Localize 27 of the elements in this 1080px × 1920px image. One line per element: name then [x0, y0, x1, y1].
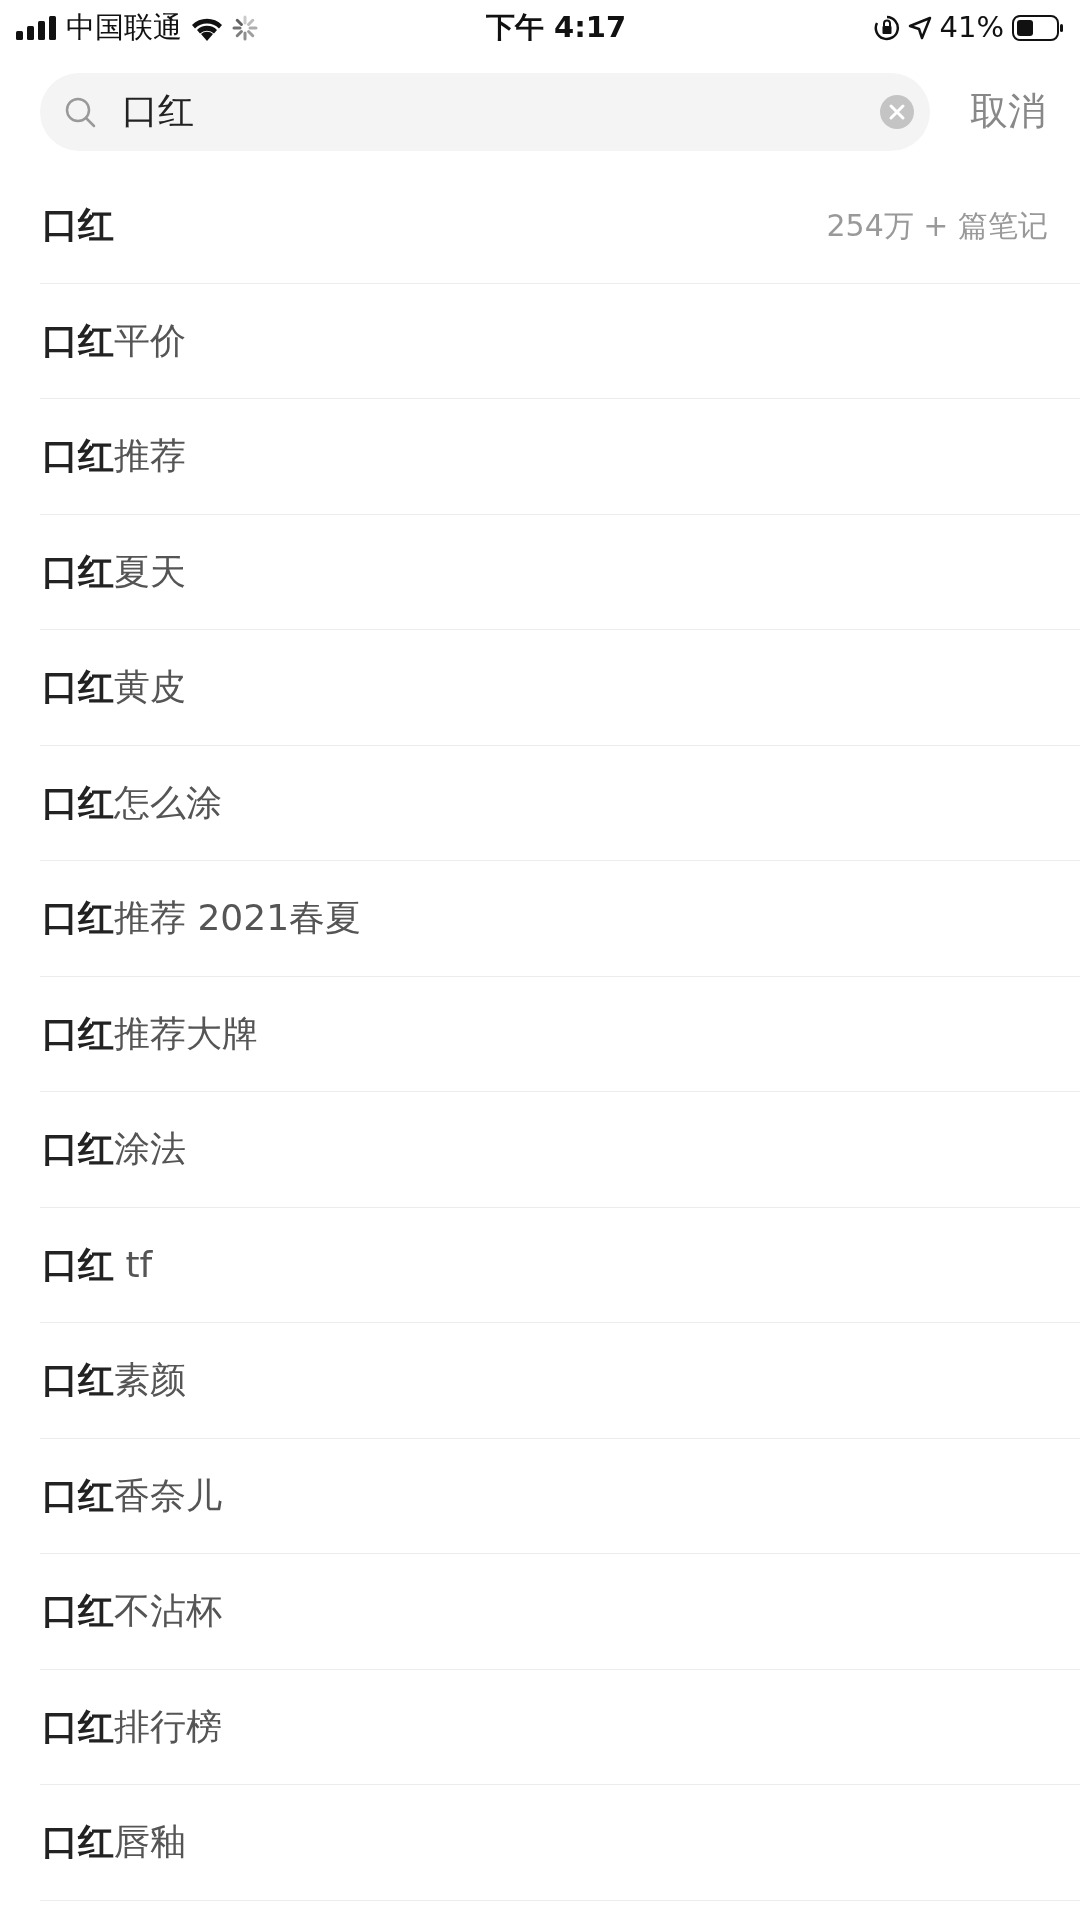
location-icon — [907, 15, 932, 40]
suggestion-item[interactable]: 口红推荐 — [42, 429, 186, 484]
suggestion-item[interactable]: 口红平价 — [42, 313, 186, 368]
suggestion-item[interactable]: 口红排行榜 — [42, 1699, 222, 1754]
clear-icon[interactable] — [880, 94, 914, 129]
battery-icon — [1012, 14, 1064, 41]
battery-percent: 41% — [939, 8, 1004, 46]
rotation-lock-icon — [873, 14, 900, 41]
suggestion-item[interactable]: 口红推荐 2021春夏 — [42, 891, 362, 946]
suggestion-item[interactable]: 口红香奈儿 — [42, 1468, 222, 1523]
cancel-button[interactable]: 取消 — [970, 83, 1046, 140]
loading-icon — [232, 14, 258, 41]
suggestion-text: 口红 — [42, 203, 114, 248]
suggestion-item[interactable]: 口红不沾杯 — [42, 1584, 222, 1639]
signal-icon — [16, 15, 58, 40]
suggestion-item[interactable]: 口红 tf — [42, 1237, 153, 1292]
note-count: 254万 + 篇笔记 — [826, 206, 1048, 245]
status-time: 下午 4:17 — [484, 8, 628, 46]
search-field[interactable]: 口红 — [40, 72, 930, 151]
suggestion-item[interactable]: 口红怎么涂 — [42, 775, 222, 830]
suggestion-item[interactable]: 口红涂法 — [42, 1122, 186, 1177]
suggestion-item[interactable]: 口红黄皮 — [42, 660, 186, 715]
suggestion-item[interactable]: 口红素颜 — [42, 1353, 186, 1408]
carrier-name: 中国联通 — [66, 8, 182, 46]
suggestion-item[interactable]: 口红推荐大牌 — [42, 1006, 258, 1061]
suggestion-item[interactable]: 口红唇釉 — [42, 1815, 186, 1870]
suggestion-item[interactable]: 口红夏天 — [42, 544, 186, 599]
